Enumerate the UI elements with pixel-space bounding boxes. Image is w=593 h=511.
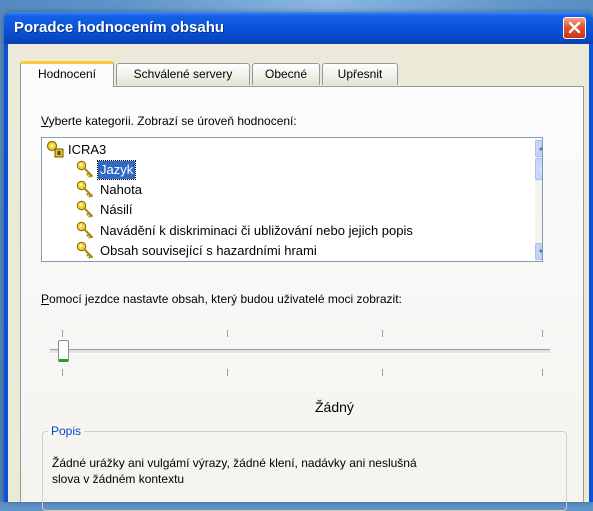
list-item-label: Navádění k diskriminaci či ubližování ne… <box>100 223 413 238</box>
title-bar[interactable]: Poradce hodnocením obsahu <box>4 12 593 44</box>
slider-tick <box>227 330 228 337</box>
rating-slider[interactable] <box>50 318 550 378</box>
slider-thumb[interactable] <box>58 340 69 362</box>
list-item-label: Nahota <box>100 182 142 197</box>
scroll-thumb[interactable] <box>535 158 542 180</box>
slider-tick <box>62 330 63 337</box>
description-line-2: slova v žádném kontextu <box>52 472 185 486</box>
grip-icon <box>540 165 542 173</box>
tree-root-label: ICRA3 <box>68 142 107 157</box>
key-icon <box>76 200 93 218</box>
category-listbox[interactable]: ICRA3 Jazyk Nahota Násilí Navádění k dis… <box>41 137 543 262</box>
chevron-up-icon <box>539 146 542 151</box>
key-lock-icon <box>46 140 64 158</box>
key-icon <box>76 160 93 178</box>
key-icon <box>76 241 93 259</box>
key-icon <box>76 180 93 198</box>
description-title: Popis <box>48 424 85 438</box>
list-item-label: Násilí <box>100 202 133 217</box>
tab-general[interactable]: Obecné <box>252 63 320 85</box>
slider-tick <box>542 369 543 376</box>
slider-tick <box>62 369 63 376</box>
window-title: Poradce hodnocením obsahu <box>14 19 225 36</box>
list-item-label: Jazyk <box>96 160 137 180</box>
category-prompt: Vyberte kategorii. Zobrazí se úroveň hod… <box>41 114 297 128</box>
description-line-1: Žádné urážky ani vulgámí výrazy, žádné k… <box>52 456 417 470</box>
slider-track <box>50 349 550 354</box>
vertical-scrollbar[interactable] <box>535 139 542 261</box>
slider-tick <box>227 369 228 376</box>
close-icon <box>568 21 581 34</box>
tab-ratings[interactable]: Hodnocení <box>20 61 114 87</box>
tab-advanced[interactable]: Upřesnit <box>322 63 398 85</box>
list-item-label: Obsah související s hazardními hrami <box>100 243 317 258</box>
scroll-down-button[interactable] <box>535 243 542 260</box>
key-icon <box>76 221 93 239</box>
description-groupbox <box>42 431 567 511</box>
slider-tick <box>382 330 383 337</box>
rating-level-label: Žádný <box>315 399 354 415</box>
scroll-up-button[interactable] <box>535 140 542 157</box>
close-button[interactable] <box>563 17 586 39</box>
slider-prompt: Pomocí jezdce nastavte obsah, který budo… <box>41 292 402 306</box>
slider-tick <box>542 330 543 337</box>
slider-tick <box>382 369 383 376</box>
chevron-down-icon <box>539 249 542 254</box>
tab-approved-sites[interactable]: Schválené servery <box>116 63 250 85</box>
